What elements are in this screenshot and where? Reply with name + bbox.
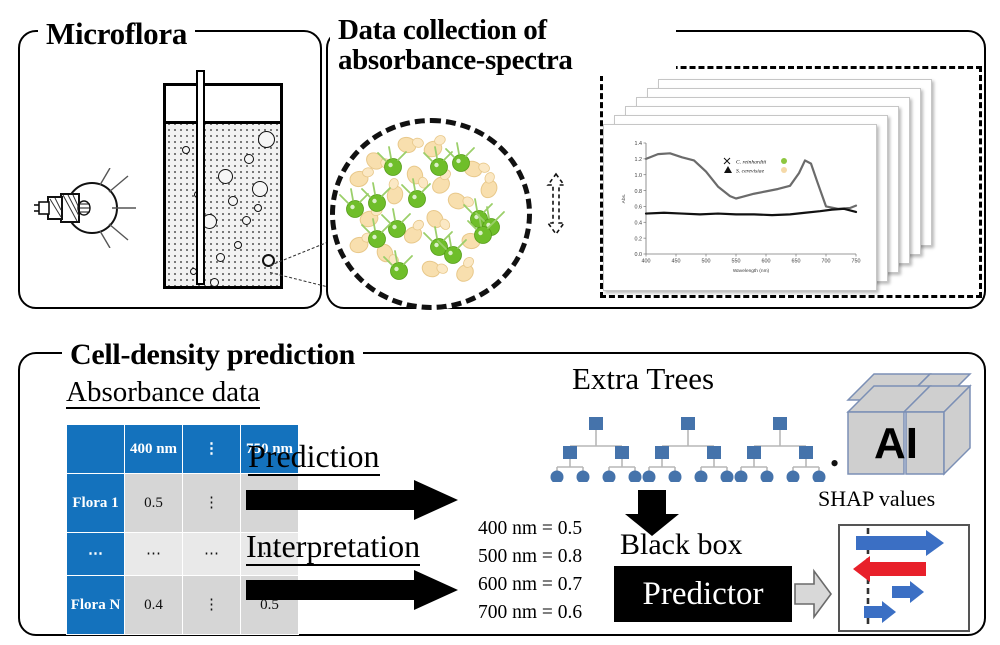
- expand-arrow-icon: [543, 172, 569, 236]
- extra-trees-label: Extra Trees: [572, 361, 715, 396]
- svg-text:AI: AI: [874, 419, 918, 468]
- predictor-label: Predictor: [642, 575, 764, 612]
- interpretation-label: Interpretation: [246, 528, 421, 566]
- table-col-header: ⋮: [182, 424, 241, 474]
- svg-text:550: 550: [732, 259, 741, 265]
- table-cell: ⋯: [124, 532, 183, 576]
- aeration-tube-icon: [196, 70, 205, 285]
- shap-values-caption: SHAP values: [818, 486, 936, 511]
- culture-vessel-icon: [163, 83, 283, 289]
- feature-value-line: 500 nm = 0.8: [478, 546, 583, 567]
- svg-text:450: 450: [672, 259, 681, 265]
- svg-text:700: 700: [822, 259, 831, 265]
- light-bulb-icon: [30, 167, 140, 249]
- right-outline-arrow-icon: [794, 568, 832, 620]
- data-collection-panel-title: Data collection of absorbance-spectra: [330, 15, 676, 76]
- feature-value-line: 400 nm = 0.5: [478, 518, 583, 539]
- svg-text:650: 650: [792, 259, 801, 265]
- black-box-label: Black box: [620, 528, 743, 561]
- table-cell: 0.5: [124, 473, 183, 533]
- table-col-header: 400 nm: [124, 424, 183, 474]
- svg-text:400: 400: [642, 259, 651, 265]
- absorbance-data-caption: Absorbance data: [66, 376, 261, 410]
- svg-text:0.0: 0.0: [635, 252, 643, 258]
- spectra-stack-container: 0.0 0.2 0.4 0.6 0.8 1.0 1.2 1.4 400 450 500 550 600 6…: [600, 66, 982, 298]
- table-corner-cell: [66, 424, 125, 474]
- svg-text:S. cerevisiae: S. cerevisiae: [736, 168, 765, 174]
- table-cell: ⋮: [182, 473, 241, 533]
- svg-text:1.0: 1.0: [635, 173, 643, 179]
- svg-text:Wavelength (nm): Wavelength (nm): [733, 268, 770, 274]
- spectrum-sheet-front: 0.0 0.2 0.4 0.6 0.8 1.0 1.2 1.4 400 450 500 550 600 6…: [603, 124, 877, 291]
- decision-tree-icon: [732, 410, 828, 487]
- svg-text:0.8: 0.8: [635, 189, 643, 195]
- right-arrow-icon: [246, 570, 458, 610]
- svg-text:1.4: 1.4: [635, 141, 643, 147]
- svg-text:C. reinhardtii: C. reinhardtii: [736, 159, 767, 165]
- table-cell: ⋯: [182, 532, 241, 576]
- microscopy-circle-icon: [330, 118, 532, 310]
- decision-tree-icon: [640, 410, 736, 487]
- prediction-label: Prediction: [248, 438, 380, 476]
- microflora-panel-title: Microflora: [38, 17, 196, 51]
- row-header: Flora N: [66, 575, 125, 635]
- col-header-label: 400 nm: [129, 440, 178, 457]
- absorbance-spectra-chart: 0.0 0.2 0.4 0.6 0.8 1.0 1.2 1.4 400 450 500 550 600 6…: [616, 135, 864, 280]
- ai-cube-icon: AI: [838, 366, 978, 488]
- right-arrow-icon: [246, 480, 458, 520]
- svg-text:0.6: 0.6: [635, 205, 643, 211]
- svg-text:1.2: 1.2: [635, 157, 643, 163]
- svg-text:750: 750: [852, 259, 861, 265]
- feature-value-line: 600 nm = 0.7: [478, 574, 583, 595]
- cell-density-panel-title: Cell-density prediction: [62, 339, 364, 371]
- row-header: Flora 1: [66, 473, 125, 533]
- predictor-box: Predictor: [614, 566, 792, 622]
- svg-text:Abs.: Abs.: [621, 194, 627, 204]
- table-cell: ⋮: [182, 575, 241, 635]
- svg-text:600: 600: [762, 259, 771, 265]
- svg-text:0.4: 0.4: [635, 220, 643, 226]
- shap-force-plot-icon: [838, 524, 970, 632]
- svg-text:500: 500: [702, 259, 711, 265]
- decision-tree-icon: [548, 410, 644, 487]
- svg-text:0.2: 0.2: [635, 236, 643, 242]
- table-cell: 0.4: [124, 575, 183, 635]
- row-header: ⋯: [66, 532, 125, 576]
- feature-value-line: 700 nm = 0.6: [478, 602, 583, 623]
